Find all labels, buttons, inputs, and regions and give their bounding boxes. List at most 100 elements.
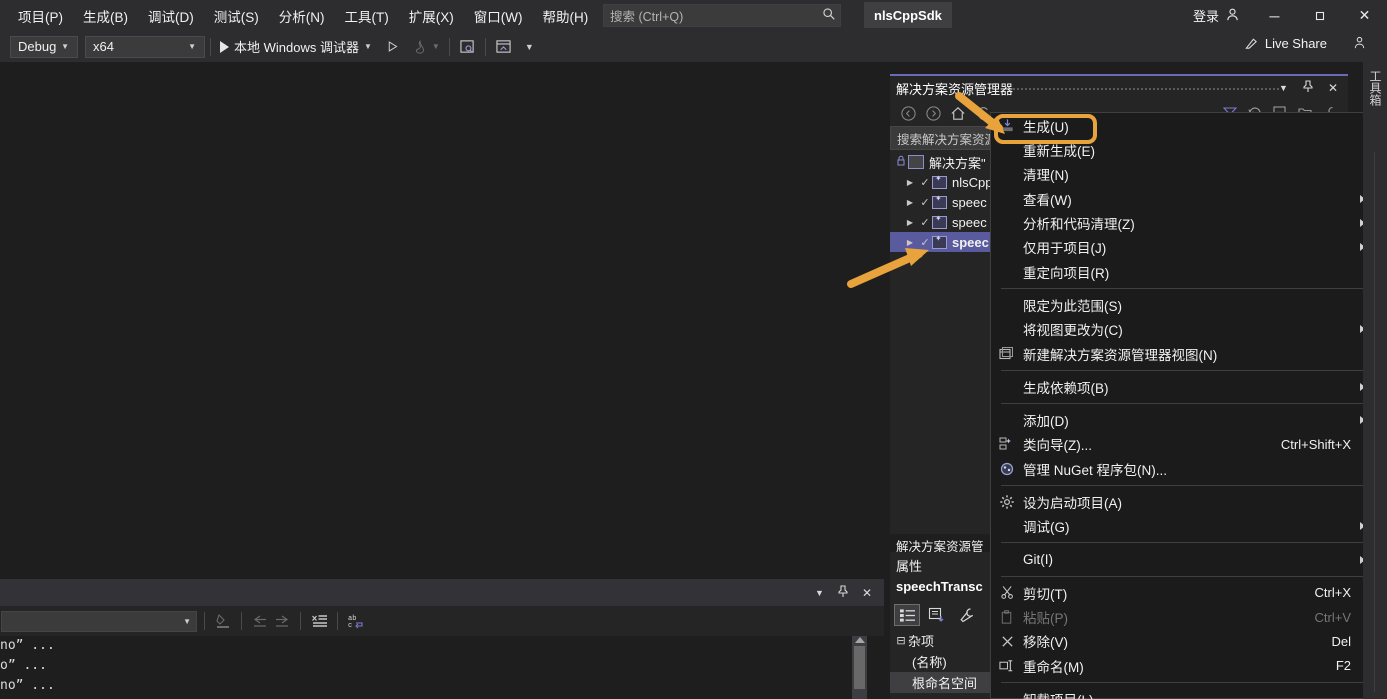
context-menu-separator xyxy=(1001,542,1369,544)
pin-icon[interactable] xyxy=(837,584,849,601)
output-line: no” ... xyxy=(0,638,55,653)
back-icon[interactable] xyxy=(897,102,919,124)
window-dropdown-icon[interactable]: ▼ xyxy=(1279,83,1288,93)
preview-window-button[interactable] xyxy=(491,37,516,56)
context-menu-item-change-view-to[interactable]: 将视图更改为(C) xyxy=(991,317,1379,341)
context-menu-item-paste: 粘贴(P) Ctrl+V xyxy=(991,605,1379,629)
toolbar-divider xyxy=(448,37,450,56)
maximize-button[interactable] xyxy=(1297,0,1342,31)
context-menu-item-view[interactable]: 查看(W) xyxy=(991,187,1379,211)
sign-in-control[interactable]: 登录 xyxy=(1193,6,1240,25)
menu-item-debug[interactable]: 调试(D) xyxy=(139,2,203,30)
alphabetical-view-icon[interactable] xyxy=(924,604,950,626)
toggle-word-wrap-icon[interactable]: ab c xyxy=(345,610,367,632)
scrollbar-thumb[interactable] xyxy=(854,646,865,689)
context-menu-item-manage-nuget[interactable]: 管理 NuGet 程序包(N)... xyxy=(991,457,1379,481)
context-menu-separator xyxy=(1001,681,1369,683)
context-menu-item-cut[interactable]: 剪切(T) Ctrl+X xyxy=(991,581,1379,605)
solution-platform-combo[interactable]: x64 ▼ xyxy=(85,35,205,58)
menu-item-extensions[interactable]: 扩展(X) xyxy=(400,2,463,30)
categorized-view-icon[interactable] xyxy=(894,604,920,626)
minimize-button[interactable]: ─ xyxy=(1252,0,1297,31)
context-menu-item-analyze-cleanup[interactable]: 分析和代码清理(Z) xyxy=(991,211,1379,235)
menu-item-window[interactable]: 窗口(W) xyxy=(465,2,532,30)
menu-item-analyze[interactable]: 分析(N) xyxy=(270,2,334,30)
chevron-right-icon[interactable]: ▶ xyxy=(902,178,918,187)
toolbar-overflow-button[interactable]: ▼ xyxy=(521,40,538,54)
menu-gutter xyxy=(991,211,1023,235)
chevron-right-icon[interactable]: ▶ xyxy=(902,238,918,247)
close-button[interactable]: ✕ xyxy=(1342,0,1387,31)
menu-item-tools[interactable]: 工具(T) xyxy=(336,2,398,30)
context-menu-item-class-wizard[interactable]: 类向导(Z)... Ctrl+Shift+X xyxy=(991,432,1379,456)
quick-launch-search[interactable]: 搜索 (Ctrl+Q) xyxy=(603,4,841,27)
output-vertical-scrollbar[interactable] xyxy=(852,636,867,699)
solution-explorer-titlebar: 解决方案资源管理器 ▼ ✕ xyxy=(890,76,1348,100)
context-menu-item-new-solution-explorer-view[interactable]: 新建解决方案资源管理器视图(N) xyxy=(991,341,1379,365)
feedback-icon[interactable] xyxy=(1352,35,1367,53)
clipboard-icon xyxy=(991,605,1023,629)
menu-item-project[interactable]: 项目(P) xyxy=(9,2,72,30)
chevron-right-icon[interactable]: ▶ xyxy=(902,198,918,207)
context-menu-item-build[interactable]: 生成(U) xyxy=(991,113,1379,138)
menu-gutter xyxy=(991,547,1023,571)
context-menu-label: 生成(U) xyxy=(1023,119,1069,135)
close-icon[interactable]: ✕ xyxy=(1328,81,1338,95)
titlebar-grip[interactable] xyxy=(1013,76,1280,100)
clear-pane-icon[interactable] xyxy=(308,610,330,632)
context-menu-item-set-as-startup-project[interactable]: 设为启动项目(A) xyxy=(991,490,1379,514)
solution-explorer-window-controls: ▼ ✕ xyxy=(1279,80,1348,96)
toolbox-vertical-tab[interactable]: 工具箱 xyxy=(1363,62,1387,699)
solution-configuration-combo[interactable]: Debug ▼ xyxy=(10,35,78,58)
chevron-down-icon: ▼ xyxy=(183,616,191,626)
output-source-combo[interactable]: ▼ xyxy=(1,610,197,632)
output-tool-window: ▼ ✕ ▼ ab c no” ... o” ... no” ... xyxy=(0,579,884,699)
context-menu-item-rebuild[interactable]: 重新生成(E) xyxy=(991,138,1379,162)
properties-selected-object: speechTransc xyxy=(896,579,983,594)
close-icon[interactable]: ✕ xyxy=(862,586,872,600)
context-menu-item-project-only[interactable]: 仅用于项目(J) xyxy=(991,235,1379,259)
context-menu-separator xyxy=(1001,287,1369,289)
go-to-previous-icon[interactable] xyxy=(249,610,271,632)
context-menu-item-scope-to-this[interactable]: 限定为此范围(S) xyxy=(991,293,1379,317)
pin-icon[interactable] xyxy=(1302,80,1314,96)
live-share-button[interactable]: Live Share xyxy=(1244,36,1327,51)
overflow-chevron-icon: ▼ xyxy=(524,41,534,52)
context-menu-item-debug[interactable]: 调试(G) xyxy=(991,514,1379,538)
context-menu-item-git[interactable]: Git(I) xyxy=(991,547,1379,571)
context-menu-item-rename[interactable]: 重命名(M) F2 xyxy=(991,654,1379,678)
lock-icon xyxy=(894,155,908,170)
chevron-right-icon[interactable]: ▶ xyxy=(902,218,918,227)
clear-all-icon[interactable] xyxy=(212,610,234,632)
context-menu-item-build-dependencies[interactable]: 生成依赖项(B) xyxy=(991,375,1379,399)
home-icon[interactable] xyxy=(947,102,969,124)
start-without-debugging-button[interactable] xyxy=(382,38,403,55)
property-pages-wrench-icon[interactable] xyxy=(954,604,980,626)
solution-icon xyxy=(908,155,924,169)
context-menu-label: 查看(W) xyxy=(1023,192,1072,208)
context-menu-item-remove[interactable]: 移除(V) Del xyxy=(991,629,1379,653)
start-debugging-button[interactable]: 本地 Windows 调试器 ▼ xyxy=(216,35,376,58)
menu-item-test[interactable]: 测试(S) xyxy=(205,2,268,30)
forward-icon[interactable] xyxy=(922,102,944,124)
solution-explorer-title: 解决方案资源管理器 xyxy=(896,81,1014,97)
hot-reload-button[interactable]: ▼ xyxy=(409,38,444,56)
output-window-controls: ▼ ✕ xyxy=(815,579,880,606)
go-to-next-icon[interactable] xyxy=(271,610,293,632)
scroll-up-icon[interactable] xyxy=(855,637,865,643)
menu-item-build[interactable]: 生成(B) xyxy=(74,2,137,30)
tree-item-label: 解决方案" xyxy=(929,155,986,171)
output-toolbar: ▼ ab c xyxy=(0,606,884,636)
search-in-file-button[interactable] xyxy=(455,37,480,56)
context-menu-item-clean[interactable]: 清理(N) xyxy=(991,162,1379,186)
context-menu-item-unload-project[interactable]: 卸载项目(L) xyxy=(991,687,1379,699)
context-menu-separator xyxy=(1001,369,1369,371)
context-menu-item-retarget[interactable]: 重定向项目(R) xyxy=(991,259,1379,283)
window-home-icon xyxy=(496,40,511,53)
context-menu-item-add[interactable]: 添加(D) xyxy=(991,408,1379,432)
x-icon xyxy=(991,629,1023,653)
window-dropdown-icon[interactable]: ▼ xyxy=(815,588,824,598)
collapse-icon[interactable]: ⊟ xyxy=(894,634,908,647)
menu-item-help[interactable]: 帮助(H) xyxy=(533,2,597,30)
property-label: (名称) xyxy=(912,655,947,670)
